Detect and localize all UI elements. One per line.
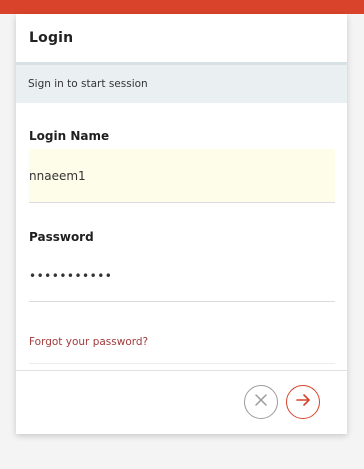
password-input[interactable]: •••••••••••: [29, 250, 335, 302]
card-header: Login: [16, 14, 347, 65]
circle-arrow-right-icon: [294, 391, 312, 413]
login-form: Login Name nnaeem1 Password ••••••••••• …: [16, 129, 347, 364]
card-footer: [16, 370, 347, 434]
forgot-password-link[interactable]: Forgot your password?: [29, 336, 148, 348]
circle-x-icon: [253, 392, 269, 412]
top-accent-bar: [0, 0, 364, 14]
cancel-button[interactable]: [244, 385, 278, 419]
page-title: Login: [29, 30, 74, 46]
login-card: Login Sign in to start session Login Nam…: [16, 14, 347, 434]
login-name-input[interactable]: nnaeem1: [29, 149, 335, 203]
subheader: Sign in to start session: [16, 65, 347, 103]
submit-button[interactable]: [286, 385, 320, 419]
forgot-password-row: Forgot your password?: [29, 330, 335, 364]
login-name-label: Login Name: [29, 129, 110, 143]
password-label: Password: [29, 230, 94, 244]
subheader-text: Sign in to start session: [28, 78, 148, 90]
